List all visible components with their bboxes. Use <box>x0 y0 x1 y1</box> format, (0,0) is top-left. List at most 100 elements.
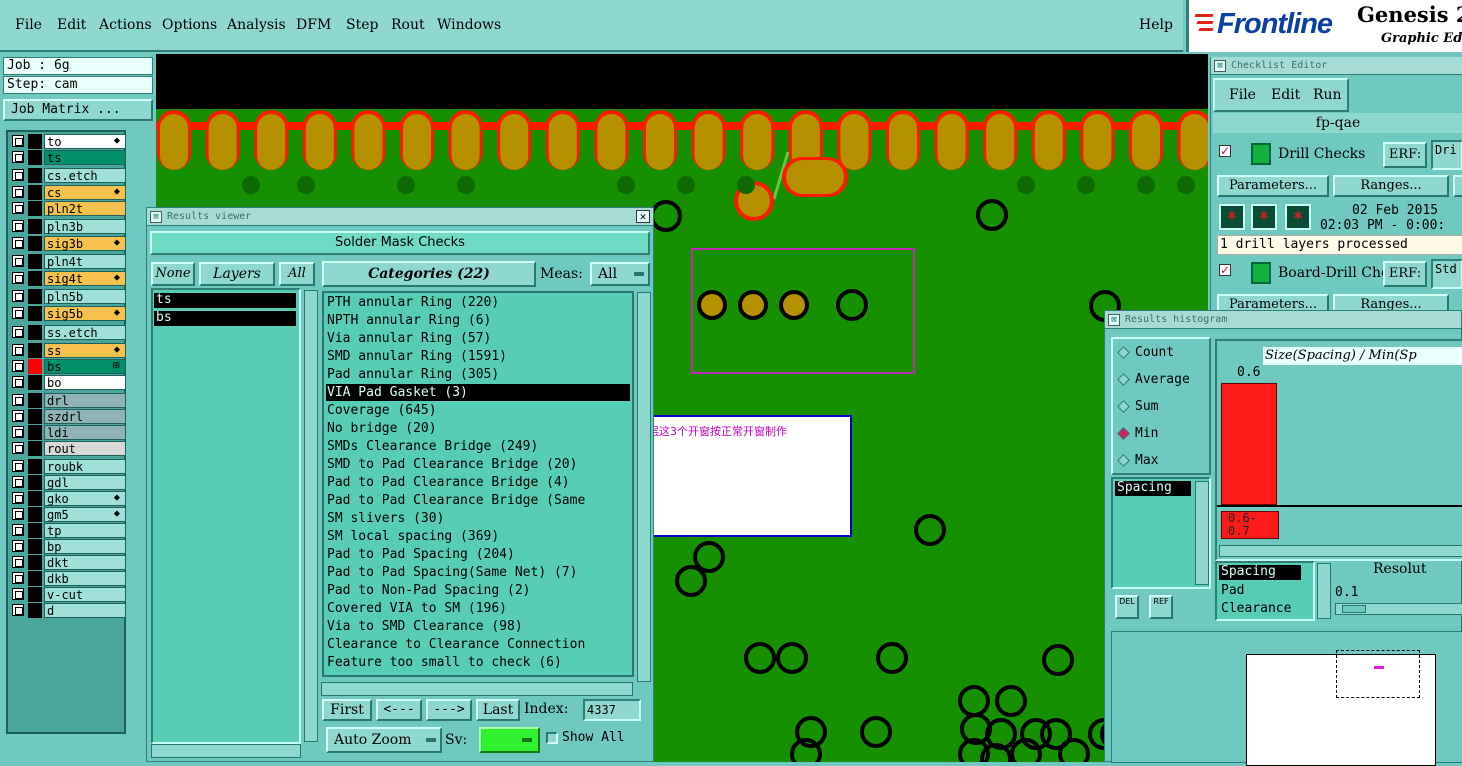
erf-button-2[interactable]: ERF: <box>1383 261 1427 287</box>
window-menu-icon[interactable]: ⊠ <box>1214 60 1226 72</box>
layer-results-list[interactable]: ts bs <box>151 288 301 744</box>
layers-all-button[interactable]: All <box>279 262 315 286</box>
layer-color-swatch[interactable] <box>28 441 42 456</box>
layer-checkbox[interactable] <box>12 344 24 356</box>
layer-color-swatch[interactable] <box>28 254 42 269</box>
layer-checkbox[interactable] <box>12 169 24 181</box>
layer-row-bo[interactable]: bo <box>10 375 126 390</box>
layer-row-pln3b[interactable]: pln3b <box>10 219 126 234</box>
category-list[interactable]: PTH annular Ring (220) NPTH annular Ring … <box>322 291 634 677</box>
ranges-button[interactable]: Ranges... <box>1333 175 1449 197</box>
layer-checkbox[interactable] <box>12 255 24 267</box>
menu-help[interactable]: Help <box>1139 16 1173 34</box>
category-item[interactable]: Pad to Pad Spacing(Same Net) (7) <box>326 564 630 581</box>
erf-value[interactable]: Dri <box>1431 140 1462 170</box>
layer-row-pln4t[interactable]: pln4t <box>10 254 126 269</box>
layer-color-swatch[interactable] <box>28 603 42 618</box>
checklist-menu-run[interactable]: Run <box>1313 87 1342 103</box>
layer-row-bs[interactable]: bs ⊞ <box>10 359 126 374</box>
layer-checkbox[interactable] <box>12 272 24 284</box>
layer-color-swatch[interactable] <box>28 185 42 200</box>
category-item[interactable]: Pad to Pad Spacing (204) <box>326 546 630 563</box>
category-item[interactable]: Covered VIA to SM (196) <box>326 600 630 617</box>
severity-color-dropdown[interactable] <box>479 727 540 753</box>
run-icon[interactable]: ✶ <box>1219 204 1245 230</box>
layer-row-to[interactable]: to ⬥ <box>10 134 126 149</box>
layer-row-pln2t[interactable]: pln2t <box>10 201 126 216</box>
histogram-hscrollbar[interactable] <box>1219 545 1462 557</box>
layer-name[interactable]: bp <box>44 539 126 554</box>
layer-checkbox[interactable] <box>12 556 24 568</box>
layer-checkbox[interactable] <box>12 442 24 454</box>
layer-row-pln5b[interactable]: pln5b <box>10 289 126 304</box>
layer-color-swatch[interactable] <box>28 425 42 440</box>
layer-checkbox[interactable] <box>12 151 24 163</box>
stop-icon[interactable]: ✶ <box>1285 204 1311 230</box>
property-list[interactable]: Spacing Pad Clearance <box>1215 561 1315 621</box>
layer-row-rout[interactable]: rout <box>10 441 126 456</box>
layer-checkbox[interactable] <box>12 237 24 249</box>
category-item[interactable]: Coverage (645) <box>326 402 630 419</box>
resolution-slider-thumb[interactable] <box>1342 605 1366 613</box>
layer-row-szdrl[interactable]: szdrl <box>10 409 126 424</box>
meas-dropdown[interactable]: All <box>590 262 650 286</box>
layer-name[interactable]: pln2t <box>44 201 126 216</box>
layer-checkbox[interactable] <box>12 492 24 504</box>
layer-color-swatch[interactable] <box>28 236 42 251</box>
layer-row-sig5b[interactable]: sig5b ⬥ <box>10 306 126 321</box>
layer-name[interactable]: ss.etch <box>44 325 126 340</box>
layer-row-tp[interactable]: tp <box>10 523 126 538</box>
layer-color-swatch[interactable] <box>28 343 42 358</box>
layer-name[interactable]: tp <box>44 523 126 538</box>
layer-color-swatch[interactable] <box>28 375 42 390</box>
reference-button[interactable]: REF <box>1149 595 1173 619</box>
category-item[interactable]: Feature too small to check (6) <box>326 654 630 671</box>
layer-checkbox[interactable] <box>12 540 24 552</box>
layer-row-gm5[interactable]: gm5 ⬥ <box>10 507 126 522</box>
parameters-button[interactable]: Parameters... <box>1217 175 1329 197</box>
layer-checkbox[interactable] <box>12 360 24 372</box>
layer-name[interactable]: roubk <box>44 459 126 474</box>
layer-row-bp[interactable]: bp <box>10 539 126 554</box>
layer-checkbox[interactable] <box>12 202 24 214</box>
layer-checkbox[interactable] <box>12 376 24 388</box>
layer-color-swatch[interactable] <box>28 393 42 408</box>
menu-analysis[interactable]: Analysis <box>227 16 286 34</box>
layer-list-hscrollbar[interactable] <box>151 744 301 758</box>
layer-row-dkb[interactable]: dkb <box>10 571 126 586</box>
layer-row-sig3b[interactable]: sig3b ⬥ <box>10 236 126 251</box>
menu-step[interactable]: Step <box>346 16 378 34</box>
category-item[interactable]: NPTH annular Ring (6) <box>326 312 630 329</box>
layer-row-sig4t[interactable]: sig4t ⬥ <box>10 271 126 286</box>
category-item[interactable]: No bridge (20) <box>326 420 630 437</box>
menu-edit[interactable]: Edit <box>57 16 86 34</box>
result-layer-item[interactable]: bs <box>154 311 296 326</box>
job-matrix-button[interactable]: Job Matrix ... <box>3 99 153 121</box>
layer-color-swatch[interactable] <box>28 306 42 321</box>
layer-name[interactable]: v-cut <box>44 587 126 602</box>
layer-row-cs.etch[interactable]: cs.etch <box>10 168 126 183</box>
menu-dfm[interactable]: DFM <box>296 16 331 34</box>
drill-checks-checkbox[interactable]: ✓ <box>1219 145 1231 157</box>
layer-row-cs[interactable]: cs ⬥ <box>10 185 126 200</box>
layer-checkbox[interactable] <box>12 410 24 422</box>
prev-button[interactable]: <--- <box>376 699 422 721</box>
layer-checkbox[interactable] <box>12 476 24 488</box>
layer-color-swatch[interactable] <box>28 134 42 149</box>
checklist-menu-file[interactable]: File <box>1229 87 1256 103</box>
layer-color-swatch[interactable] <box>28 507 42 522</box>
layer-name[interactable]: pln4t <box>44 254 126 269</box>
layer-color-swatch[interactable] <box>28 555 42 570</box>
layer-checkbox[interactable] <box>12 290 24 302</box>
layer-color-swatch[interactable] <box>28 491 42 506</box>
layer-checkbox[interactable] <box>12 524 24 536</box>
category-item[interactable]: Via annular Ring (57) <box>326 330 630 347</box>
categories-button[interactable]: Categories (22) <box>322 261 536 287</box>
layer-row-ts[interactable]: ts <box>10 150 126 165</box>
category-item[interactable]: SMDs Clearance Bridge (249) <box>326 438 630 455</box>
menu-windows[interactable]: Windows <box>437 16 501 34</box>
category-item[interactable]: Pad annular Ring (305) <box>326 366 630 383</box>
layer-name[interactable]: bo <box>44 375 126 390</box>
layer-color-swatch[interactable] <box>28 168 42 183</box>
layer-name[interactable]: dkb <box>44 571 126 586</box>
